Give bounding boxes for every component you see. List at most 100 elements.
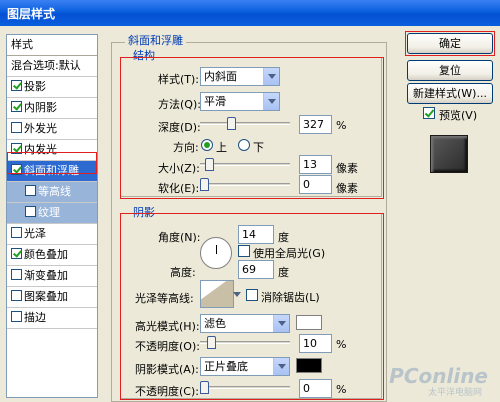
highlight-opacity-input[interactable]: 10	[299, 334, 332, 353]
highlight-ok-button	[405, 31, 495, 56]
highlight-color-swatch[interactable]	[296, 315, 322, 330]
style-select[interactable]: 内斜面	[200, 67, 280, 86]
shadow-mode-select[interactable]: 正片叠底	[200, 357, 290, 376]
style-item-label: 纹理	[38, 206, 60, 219]
style-item-label: 光泽	[24, 227, 46, 240]
global-light-label[interactable]: 使用全局光(G)	[253, 245, 325, 261]
chevron-down-icon[interactable]	[229, 286, 241, 303]
highlight-mode-value: 滤色	[204, 317, 226, 330]
checkbox-icon[interactable]	[11, 101, 22, 112]
angle-unit: 度	[278, 231, 289, 244]
window-title: 图层样式	[7, 7, 56, 21]
chevron-down-icon[interactable]	[273, 315, 289, 332]
soften-slider-track[interactable]	[200, 183, 290, 186]
shadow-mode-label: 阴影模式(A):	[135, 363, 199, 376]
title-bar: 图层样式	[0, 0, 500, 26]
shadow-color-swatch[interactable]	[296, 358, 322, 373]
pconline-watermark-sub: 太平洋电脑网	[427, 388, 482, 398]
shadow-opacity-unit: %	[336, 383, 347, 396]
shadow-opacity-thumb[interactable]	[200, 381, 209, 394]
antialias-checkbox[interactable]	[246, 289, 258, 301]
style-item-texture[interactable]: 纹理	[7, 203, 97, 224]
direction-down-label: 下	[253, 141, 264, 154]
soften-unit: 像素	[336, 182, 358, 195]
altitude-input[interactable]: 69	[238, 260, 274, 279]
checkbox-icon[interactable]	[11, 290, 22, 301]
soften-label: 软化(E):	[158, 182, 200, 195]
style-list-header[interactable]: 样式	[7, 35, 97, 56]
altitude-unit: 度	[278, 266, 289, 279]
style-item-outer-glow[interactable]: 外发光	[7, 119, 97, 140]
size-unit: 像素	[336, 162, 358, 175]
gloss-contour-label: 光泽等高线:	[135, 292, 194, 305]
style-item-label: 颜色叠加	[24, 248, 68, 261]
shadow-opacity-track[interactable]	[200, 386, 290, 389]
shadow-opacity-input[interactable]: 0	[299, 379, 332, 398]
angle-label: 角度(N):	[158, 231, 201, 244]
checkbox-icon[interactable]	[25, 206, 36, 217]
style-item-contour[interactable]: 等高线	[7, 182, 97, 203]
technique-select[interactable]: 平滑	[200, 92, 280, 111]
angle-input[interactable]: 14	[238, 225, 274, 244]
global-light-checkbox[interactable]	[238, 245, 250, 257]
direction-up-radio[interactable]	[201, 139, 213, 151]
depth-unit: %	[336, 119, 347, 132]
checkbox-icon[interactable]	[11, 122, 22, 133]
checkbox-icon[interactable]	[25, 185, 36, 196]
angle-indicator	[216, 245, 217, 254]
highlight-opacity-unit: %	[336, 338, 347, 351]
highlight-opacity-label: 不透明度(O):	[135, 340, 200, 353]
direction-label: 方向:	[173, 141, 199, 154]
gloss-contour-dropdown[interactable]	[229, 286, 241, 305]
reset-button[interactable]: 复位	[407, 60, 493, 81]
antialias-label[interactable]: 消除锯齿(L)	[261, 289, 320, 305]
checkbox-icon[interactable]	[11, 248, 22, 259]
preview-checkbox[interactable]	[423, 107, 435, 119]
checkbox-icon[interactable]	[11, 80, 22, 91]
style-item-label: 投影	[24, 80, 46, 93]
style-item-drop-shadow[interactable]: 投影	[7, 77, 97, 98]
direction-down-radio[interactable]	[238, 139, 250, 151]
style-item-inner-shadow[interactable]: 内阴影	[7, 98, 97, 119]
new-style-button[interactable]: 新建样式(W)...	[407, 83, 493, 104]
highlight-mode-label: 高光模式(H):	[135, 320, 200, 333]
size-input[interactable]: 13	[299, 155, 332, 174]
size-slider-thumb[interactable]	[205, 158, 214, 171]
checkbox-icon[interactable]	[11, 311, 22, 322]
style-item-label: 等高线	[38, 185, 71, 198]
style-item-label: 图案叠加	[24, 290, 68, 303]
style-item-label: 渐变叠加	[24, 269, 68, 282]
soften-slider-thumb[interactable]	[200, 178, 209, 191]
soften-input[interactable]: 0	[299, 175, 332, 194]
chevron-down-icon[interactable]	[263, 68, 279, 85]
depth-input[interactable]: 327	[299, 115, 332, 134]
depth-slider-thumb[interactable]	[227, 117, 236, 130]
size-label: 大小(Z):	[158, 162, 200, 175]
style-label: 样式(T):	[158, 73, 200, 86]
style-item-stroke[interactable]: 描边	[7, 308, 97, 329]
depth-slider-track[interactable]	[200, 122, 290, 125]
style-preview-thumbnail	[430, 135, 468, 173]
style-item-pattern-overlay[interactable]: 图案叠加	[7, 287, 97, 308]
style-item-blend-options[interactable]: 混合选项:默认	[7, 56, 97, 77]
checkbox-icon[interactable]	[11, 269, 22, 280]
style-list[interactable]: 样式 混合选项:默认 投影 内阴影 外发光 内发光 斜面和浮雕 等高线 纹理 光…	[6, 34, 98, 398]
style-item-color-overlay[interactable]: 颜色叠加	[7, 245, 97, 266]
preview-label[interactable]: 预览(V)	[439, 107, 477, 123]
highlight-opacity-thumb[interactable]	[207, 336, 216, 349]
shadow-opacity-label: 不透明度(C):	[135, 385, 199, 398]
style-select-value: 内斜面	[204, 70, 237, 83]
style-item-gradient-overlay[interactable]: 渐变叠加	[7, 266, 97, 287]
altitude-label: 高度:	[170, 266, 196, 279]
chevron-down-icon[interactable]	[273, 358, 289, 375]
depth-label: 深度(D):	[158, 121, 201, 134]
style-item-label: 内阴影	[24, 101, 57, 114]
style-item-satin[interactable]: 光泽	[7, 224, 97, 245]
direction-up-label: 上	[216, 141, 227, 154]
checkbox-icon[interactable]	[11, 227, 22, 238]
shadow-mode-value: 正片叠底	[204, 360, 248, 373]
chevron-down-icon[interactable]	[263, 93, 279, 110]
angle-dial[interactable]	[200, 237, 232, 269]
style-item-label: 外发光	[24, 122, 57, 135]
highlight-mode-select[interactable]: 滤色	[200, 314, 290, 333]
